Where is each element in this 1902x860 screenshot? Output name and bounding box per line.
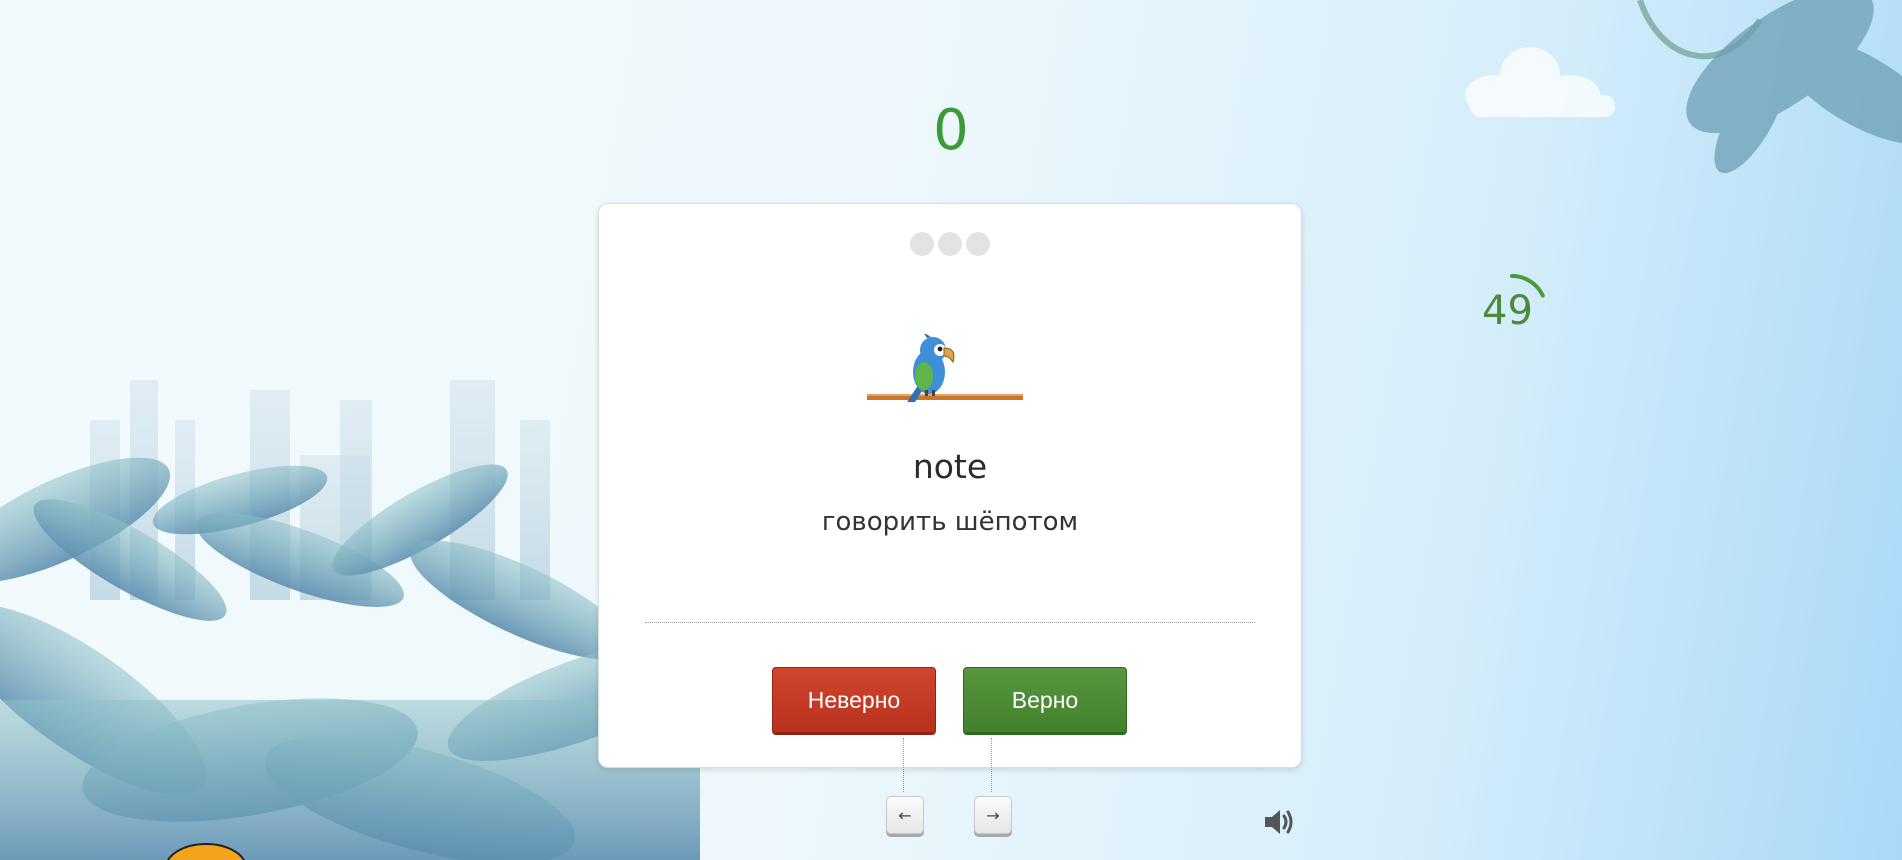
left-arrow-key[interactable]: ← <box>886 796 924 834</box>
parrot-icon <box>867 332 1023 404</box>
wrong-button[interactable]: Неверно <box>772 667 936 733</box>
flashcard: note говорить шёпотом Неверно Верно <box>598 203 1302 768</box>
score-counter: 0 <box>933 98 969 163</box>
progress-dots <box>599 232 1301 260</box>
progress-dot <box>938 232 962 256</box>
timer-seconds: 49 <box>1482 288 1533 334</box>
right-button[interactable]: Верно <box>963 667 1127 733</box>
speaker-icon[interactable] <box>1262 805 1296 839</box>
card-divider <box>645 622 1255 623</box>
right-key-guide-line <box>991 738 992 792</box>
card-word: note <box>912 447 988 486</box>
card-translation: говорить шёпотом <box>821 507 1079 537</box>
progress-dot <box>966 232 990 256</box>
wrong-key-guide-line <box>903 738 904 792</box>
right-arrow-key[interactable]: → <box>974 796 1012 834</box>
progress-dot <box>910 232 934 256</box>
